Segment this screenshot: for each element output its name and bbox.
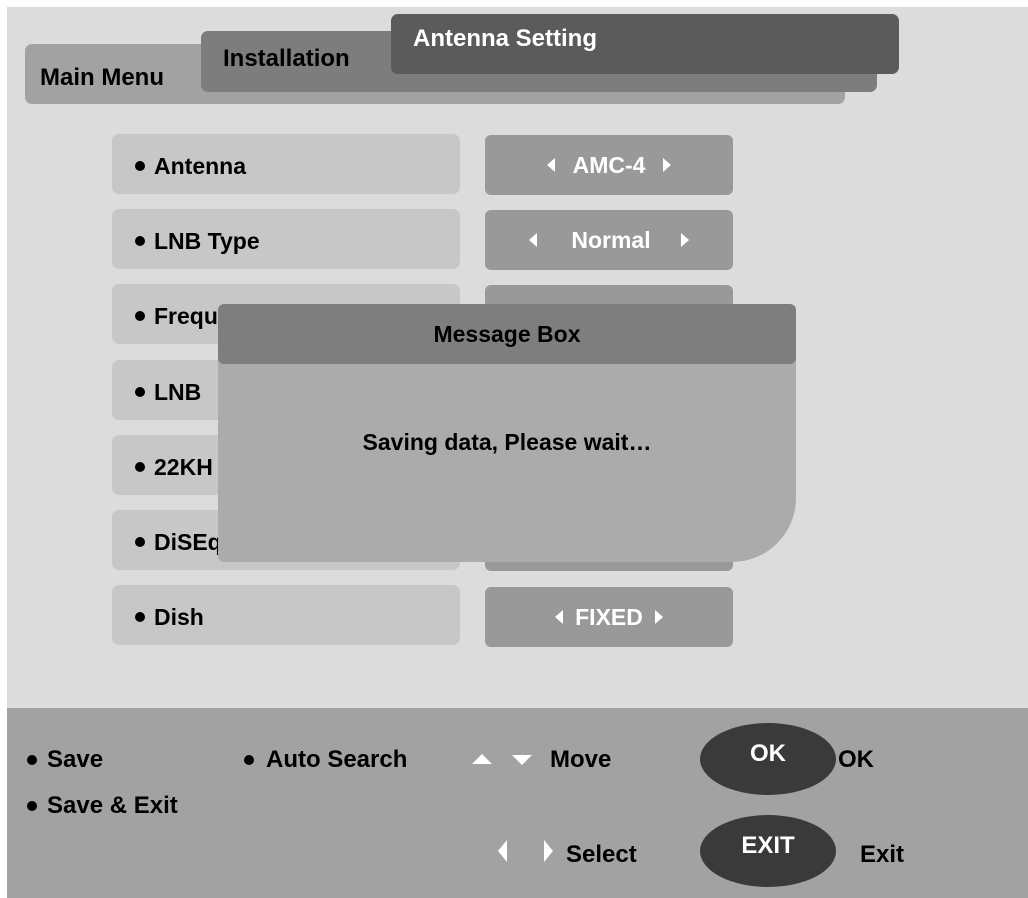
bullet-icon: [135, 236, 145, 246]
message-box-text: Saving data, Please wait…: [362, 429, 652, 455]
setting-label-diseqc: DiSEq: [154, 529, 222, 555]
bullet-icon: [27, 801, 37, 811]
arrow-right-icon: [544, 840, 553, 862]
bullet-icon: [27, 755, 37, 765]
footer-save: Save: [47, 746, 104, 773]
setting-label-antenna: Antenna: [154, 153, 246, 179]
setting-label-22khz: 22KH: [154, 454, 213, 480]
arrow-left-icon[interactable]: [555, 610, 564, 624]
bullet-icon: [135, 161, 145, 171]
arrow-left-icon[interactable]: [529, 233, 538, 247]
setting-value-dish-text: FIXED: [575, 603, 643, 630]
message-box: Message Box Saving data, Please wait…: [218, 304, 796, 562]
arrow-right-icon[interactable]: [680, 233, 689, 247]
arrow-right-icon[interactable]: [654, 610, 663, 624]
bullet-icon: [135, 462, 145, 472]
setting-value-antenna-text: AMC-4: [572, 151, 646, 178]
bullet-icon: [135, 612, 145, 622]
setting-label-lnb-type: LNB Type: [154, 228, 260, 254]
tab-antenna-setting-label: Antenna Setting: [413, 25, 597, 52]
setting-label-lnb-power: LNB: [154, 379, 202, 405]
setting-value-lnb-type-text: Normal: [571, 226, 651, 253]
arrow-right-icon[interactable]: [663, 158, 672, 172]
arrow-down-icon: [512, 755, 532, 765]
setting-label-dish: Dish: [154, 604, 204, 630]
footer-ok-label: OK: [838, 746, 874, 773]
arrow-left-icon: [498, 840, 507, 862]
exit-button[interactable]: EXIT: [700, 815, 836, 887]
footer-help-bar: Save Auto Search Move OK OK Save & Exit …: [7, 708, 1028, 898]
footer-save-exit: Save & Exit: [47, 792, 178, 819]
bullet-icon: [244, 755, 254, 765]
osd-screen: Main Menu Installation Antenna Setting A…: [7, 7, 1028, 898]
footer-move: Move: [550, 746, 612, 773]
setting-value-lnb-type[interactable]: Normal: [485, 210, 733, 270]
setting-label-frequency: Frequ: [154, 303, 218, 329]
footer-auto-search: Auto Search: [266, 746, 408, 773]
tab-antenna-setting[interactable]: Antenna Setting: [391, 14, 899, 74]
footer-exit-label: Exit: [860, 841, 905, 868]
bullet-icon: [135, 311, 145, 321]
tab-main-menu-label: Main Menu: [40, 64, 164, 91]
arrow-up-icon: [472, 754, 492, 764]
message-box-title: Message Box: [218, 304, 796, 364]
footer-select: Select: [566, 841, 637, 868]
setting-row-antenna[interactable]: Antenna: [112, 134, 460, 194]
setting-row-lnb-type[interactable]: LNB Type: [112, 209, 460, 269]
setting-value-antenna[interactable]: AMC-4: [485, 135, 733, 195]
setting-value-dish[interactable]: FIXED: [485, 587, 733, 647]
ok-button[interactable]: OK: [700, 723, 836, 795]
arrow-left-icon[interactable]: [546, 158, 555, 172]
bullet-icon: [135, 387, 145, 397]
setting-row-dish[interactable]: Dish: [112, 585, 460, 645]
bullet-icon: [135, 537, 145, 547]
tab-installation-label: Installation: [223, 45, 350, 72]
